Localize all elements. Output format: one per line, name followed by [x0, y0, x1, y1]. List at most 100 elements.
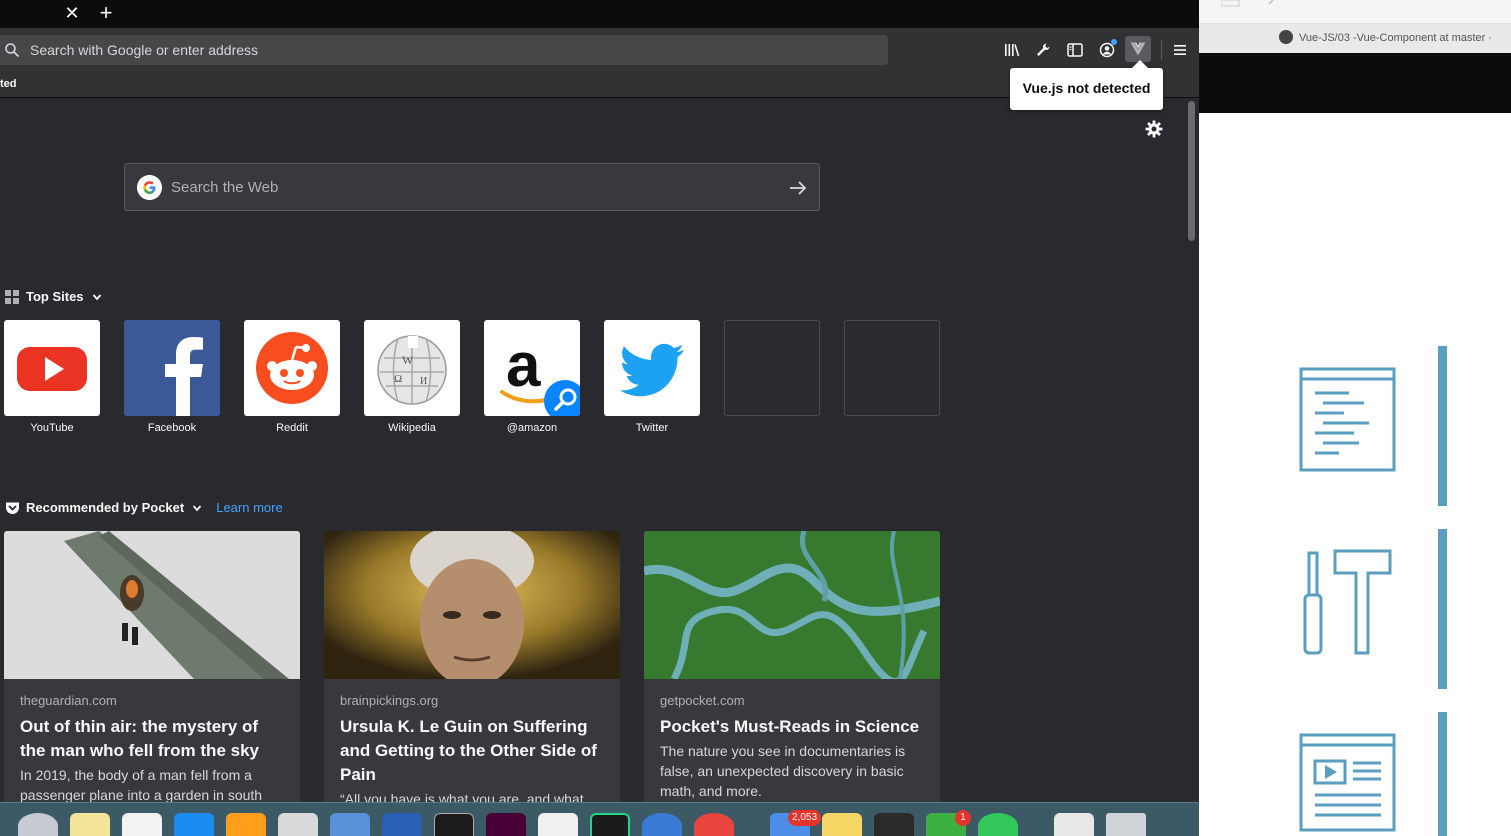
top-site-facebook[interactable]: Facebook: [124, 320, 220, 434]
story-title[interactable]: Ursula K. Le Guin on Suffering and Getti…: [340, 715, 604, 787]
svg-text:W: W: [402, 353, 414, 367]
top-site-label: Twitter: [635, 422, 669, 434]
vue-devtools-button[interactable]: [1125, 36, 1151, 62]
sidebar-button[interactable]: [1062, 37, 1088, 63]
pocket-story-card[interactable]: theguardian.com Out of thin air: the mys…: [4, 531, 300, 802]
top-site-amazon[interactable]: a @amazon: [484, 320, 580, 434]
notes-app-icon[interactable]: [70, 813, 110, 836]
chevron-down-icon: [92, 293, 101, 300]
story-description: “All you have is what you are, and what: [340, 791, 584, 802]
reddit-tile[interactable]: [244, 320, 340, 416]
tooltip-arrow: [1131, 60, 1149, 69]
close-tab-icon[interactable]: ✕: [62, 3, 82, 23]
app-notification-badge: 1: [955, 810, 971, 826]
story-title[interactable]: Out of thin air: the mystery of the man …: [20, 715, 284, 763]
story-description: The nature you see in documentaries is f…: [660, 743, 906, 799]
chrome-app-icon[interactable]: [694, 813, 734, 836]
story-image-portrait: [324, 531, 620, 679]
grid-icon: [5, 289, 19, 304]
chevron-down-icon[interactable]: [192, 503, 202, 513]
adobe-xd-icon[interactable]: [486, 813, 526, 836]
top-site-youtube[interactable]: YouTube: [4, 320, 100, 434]
bookmark-item-label[interactable]: ted: [0, 78, 17, 90]
new-tab-page: Top Sites YouTube: [0, 99, 1184, 802]
top-site-empty-slot[interactable]: [724, 320, 820, 416]
new-tab-button[interactable]: +: [95, 1, 117, 25]
empty-tile[interactable]: [844, 320, 940, 416]
plane-photo: [4, 531, 300, 679]
nav-arrows-icon: [1221, 0, 1274, 7]
safari-icon[interactable]: [18, 813, 58, 836]
twitter-tile[interactable]: [604, 320, 700, 416]
pocket-icon: [6, 502, 19, 514]
amazon-logo-icon: a: [500, 331, 580, 416]
top-site-twitter[interactable]: Twitter: [604, 320, 700, 434]
vscode-app-icon[interactable]: [538, 813, 578, 836]
svg-text:И: И: [420, 376, 427, 387]
account-button[interactable]: [1094, 37, 1120, 63]
google-logo-icon: [137, 175, 162, 200]
app-store-icon[interactable]: [174, 813, 214, 836]
hamburger-menu-icon: [1174, 45, 1186, 55]
search-icon: [5, 43, 20, 58]
pocket-story-card[interactable]: getpocket.com Pocket's Must-Reads in Sci…: [644, 531, 940, 802]
scrollbar-thumb[interactable]: [1188, 101, 1195, 241]
facebook-tile[interactable]: [124, 320, 220, 416]
river-delta-photo: [644, 531, 940, 679]
trash-icon[interactable]: [1106, 813, 1146, 836]
pocket-story-card[interactable]: brainpickings.org Ursula K. Le Guin on S…: [324, 531, 620, 802]
story-description: In 2019, the body of a man fell from a p…: [20, 767, 263, 802]
top-site-label: Wikipedia: [388, 422, 436, 434]
menu-button[interactable]: [1167, 37, 1193, 63]
macos-dock: 2,053 1: [0, 802, 1199, 836]
folder-app-icon[interactable]: [330, 813, 370, 836]
wrench-icon: [1037, 43, 1050, 56]
books-app-icon[interactable]: [226, 813, 266, 836]
github-icon: [1279, 30, 1293, 44]
amazon-tile[interactable]: a: [484, 320, 580, 416]
stickies-app-icon[interactable]: [822, 813, 862, 836]
svg-text:Ω: Ω: [394, 373, 402, 385]
top-site-wikipedia[interactable]: W Ω И Wikipedia: [364, 320, 460, 434]
developer-tools-button[interactable]: [1030, 37, 1056, 63]
arrow-right-icon[interactable]: [787, 177, 809, 199]
document-stack-icon[interactable]: [1054, 813, 1094, 836]
empty-tile[interactable]: [724, 320, 820, 416]
wikipedia-tile[interactable]: W Ω И: [364, 320, 460, 416]
activity-monitor-icon[interactable]: [874, 813, 914, 836]
background-tab-title: Vue-JS/03 -Vue-Component at master ·: [1299, 32, 1492, 44]
messages-app-icon[interactable]: [978, 813, 1018, 836]
wikipedia-logo-icon: W Ω И: [377, 335, 447, 405]
youtube-tile[interactable]: [4, 320, 100, 416]
sidebar-icon: [1067, 43, 1083, 57]
pycharm-app-icon[interactable]: [590, 813, 630, 836]
background-window-tab[interactable]: Vue-JS/03 -Vue-Component at master ·: [1199, 24, 1511, 53]
pocket-heading: Recommended by Pocket Learn more: [5, 500, 283, 515]
top-site-reddit[interactable]: Reddit: [244, 320, 340, 434]
mail-unread-badge: 2,053: [788, 810, 822, 826]
background-browser-window[interactable]: Vue-JS/03 -Vue-Component at master ·: [1199, 0, 1511, 836]
svg-text:a: a: [506, 331, 541, 400]
story-title[interactable]: Pocket's Must-Reads in Science: [660, 715, 924, 739]
word-app-icon[interactable]: [382, 813, 422, 836]
web-search-box[interactable]: [124, 163, 820, 211]
top-site-empty-slot[interactable]: [844, 320, 940, 416]
library-button[interactable]: [999, 37, 1025, 63]
portrait-photo: [324, 531, 620, 679]
address-input[interactable]: [30, 35, 870, 65]
photos-app-icon[interactable]: [122, 813, 162, 836]
tab-strip: ✕ +: [0, 0, 1199, 28]
address-bar[interactable]: [0, 35, 888, 65]
page-scrollbar[interactable]: [1184, 99, 1199, 802]
top-site-label: Facebook: [147, 422, 197, 434]
terminal-app-icon[interactable]: [434, 813, 474, 836]
gear-icon[interactable]: [1144, 119, 1164, 139]
firefox-app-icon[interactable]: [642, 813, 682, 836]
web-search-input[interactable]: [171, 164, 771, 210]
top-sites-heading[interactable]: Top Sites: [5, 289, 102, 304]
top-site-label: Reddit: [276, 422, 308, 434]
navigation-toolbar: [0, 28, 1199, 72]
pocket-label[interactable]: Recommended by Pocket: [26, 500, 184, 515]
scanner-app-icon[interactable]: [278, 813, 318, 836]
learn-more-link[interactable]: Learn more: [216, 500, 282, 515]
